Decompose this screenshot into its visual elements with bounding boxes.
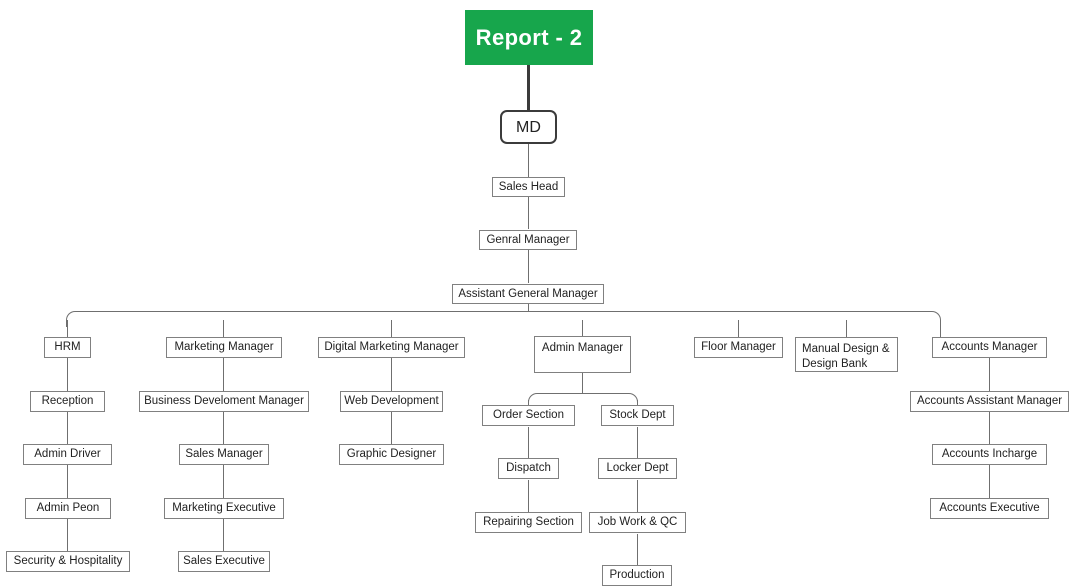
node-accounts-manager[interactable]: Accounts Manager xyxy=(932,337,1047,358)
connector-incharge-to-executive xyxy=(989,465,990,498)
connector-main-bus xyxy=(66,311,941,327)
connector-reception-to-admin-driver xyxy=(67,412,68,444)
connector-bus-to-marketing-manager xyxy=(223,320,224,337)
manual-design-line-2: Design Bank xyxy=(802,358,868,370)
node-order-section[interactable]: Order Section xyxy=(482,405,575,426)
connector-locker-dept-to-job-work xyxy=(637,480,638,512)
node-general-manager[interactable]: Genral Manager xyxy=(479,230,577,250)
node-admin-peon[interactable]: Admin Peon xyxy=(25,498,111,519)
connector-bus-to-hrm xyxy=(67,320,68,337)
connector-bdm-to-sales-manager xyxy=(223,412,224,444)
connector-assistant-to-incharge xyxy=(989,412,990,444)
node-accounts-incharge[interactable]: Accounts Incharge xyxy=(932,444,1047,465)
connector-marketing-manager-to-bdm xyxy=(223,358,224,391)
node-floor-manager[interactable]: Floor Manager xyxy=(694,337,783,358)
connector-accounts-manager-to-assistant xyxy=(989,358,990,391)
connector-bus-to-manual-design xyxy=(846,320,847,337)
node-manual-design-bank[interactable]: Manual Design & Design Bank xyxy=(795,337,898,372)
node-marketing-executive[interactable]: Marketing Executive xyxy=(164,498,284,519)
connector-md-to-sales-head xyxy=(528,143,529,177)
node-md[interactable]: MD xyxy=(500,110,557,144)
manual-design-line-1: Manual Design & xyxy=(802,343,890,355)
connector-sales-manager-to-marketing-executive xyxy=(223,465,224,498)
connector-order-section-to-dispatch xyxy=(528,427,529,458)
connector-stock-dept-to-locker-dept xyxy=(637,427,638,458)
connector-dispatch-to-repairing-section xyxy=(528,480,529,512)
node-stock-dept[interactable]: Stock Dept xyxy=(601,405,674,426)
node-marketing-manager[interactable]: Marketing Manager xyxy=(166,337,282,358)
node-sales-executive[interactable]: Sales Executive xyxy=(178,551,270,572)
connector-bus-to-floor-manager xyxy=(738,320,739,337)
node-sales-manager[interactable]: Sales Manager xyxy=(179,444,269,465)
connector-bus-to-admin-manager xyxy=(582,320,583,337)
node-hrm[interactable]: HRM xyxy=(44,337,91,358)
node-digital-marketing-manager[interactable]: Digital Marketing Manager xyxy=(318,337,465,358)
connector-sales-head-to-general-manager xyxy=(528,196,529,229)
node-web-development[interactable]: Web Development xyxy=(340,391,443,412)
node-admin-driver[interactable]: Admin Driver xyxy=(23,444,112,465)
connector-hrm-to-reception xyxy=(67,358,68,391)
connector-admin-peon-to-security xyxy=(67,519,68,551)
node-security-hospitality[interactable]: Security & Hospitality xyxy=(6,551,130,572)
connector-bus-to-accounts-manager xyxy=(940,320,941,337)
node-job-work-qc[interactable]: Job Work & QC xyxy=(589,512,686,533)
chart-title-node: Report - 2 xyxy=(465,10,593,65)
node-locker-dept[interactable]: Locker Dept xyxy=(598,458,677,479)
node-admin-manager[interactable]: Admin Manager xyxy=(534,336,631,373)
node-accounts-executive[interactable]: Accounts Executive xyxy=(930,498,1049,519)
connector-web-development-to-graphic-designer xyxy=(391,412,392,444)
connector-root-to-md xyxy=(527,62,530,110)
connector-general-manager-to-agm xyxy=(528,249,529,283)
connector-dmm-to-web-development xyxy=(391,358,392,391)
connector-bus-to-digital-marketing-manager xyxy=(391,320,392,337)
node-sales-head[interactable]: Sales Head xyxy=(492,177,565,197)
node-repairing-section[interactable]: Repairing Section xyxy=(475,512,582,533)
connector-marketing-executive-to-sales-executive xyxy=(223,519,224,551)
node-dispatch[interactable]: Dispatch xyxy=(498,458,559,479)
node-graphic-designer[interactable]: Graphic Designer xyxy=(339,444,444,465)
node-business-development-manager[interactable]: Business Develoment Manager xyxy=(139,391,309,412)
org-chart-canvas: Report - 2 MD Sales Head Genral Manager … xyxy=(0,0,1081,588)
connector-admin-manager-to-subbus xyxy=(582,372,583,394)
node-accounts-assistant-manager[interactable]: Accounts Assistant Manager xyxy=(910,391,1069,412)
connector-admin-driver-to-admin-peon xyxy=(67,465,68,498)
node-reception[interactable]: Reception xyxy=(30,391,105,412)
node-assistant-general-manager[interactable]: Assistant General Manager xyxy=(452,284,604,304)
node-production[interactable]: Production xyxy=(602,565,672,586)
connector-job-work-to-production xyxy=(637,534,638,565)
